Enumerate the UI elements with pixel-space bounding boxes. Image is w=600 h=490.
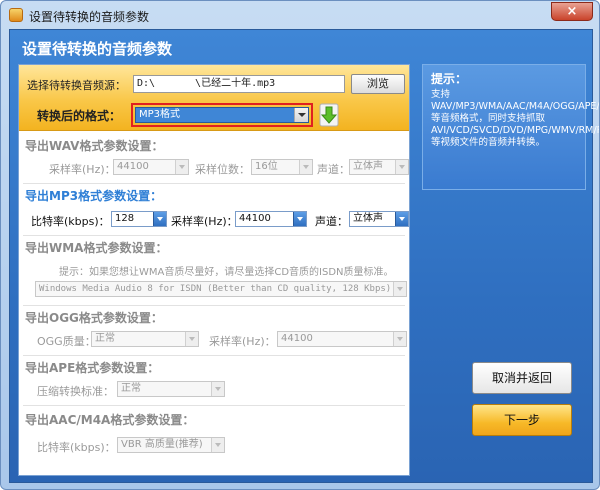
divider xyxy=(23,405,405,406)
ogg-sample-rate-label: 采样率(Hz)： xyxy=(209,335,276,348)
wav-bits-value: 16位 xyxy=(255,161,278,172)
ogg-quality-select[interactable]: 正常 xyxy=(91,331,199,347)
format-select[interactable]: MP3格式 xyxy=(135,107,309,123)
chevron-down-icon[interactable] xyxy=(294,108,308,122)
aac-bitrate-label: 比特率(kbps)： xyxy=(37,441,116,454)
chevron-down-icon xyxy=(175,160,188,174)
mp3-sample-rate-select[interactable]: 44100 xyxy=(235,211,307,227)
wav-bits-label: 采样位数： xyxy=(195,163,250,176)
source-format-section: 选择待转换音频源： D:\ \已经二十年.mp3 浏览 转换后的格式： MP3格… xyxy=(19,65,409,131)
format-select-value: MP3格式 xyxy=(139,109,181,120)
wma-profile-value: Windows Media Audio 8 for ISDN (Better t… xyxy=(39,284,392,294)
dialog-window: 设置待转换的音频参数 × 设置待转换的音频参数 选择待转换音频源： D:\ \已… xyxy=(0,0,600,490)
chevron-down-icon xyxy=(395,212,408,226)
app-icon xyxy=(9,8,23,22)
tips-panel: 提示： 支持WAV/MP3/WMA/AAC/M4A/OGG/APE/AC3/RM… xyxy=(422,64,600,190)
ogg-quality-value: 正常 xyxy=(95,333,115,344)
ape-compression-select[interactable]: 正常 xyxy=(117,381,225,397)
source-label: 选择待转换音频源： xyxy=(27,79,126,92)
wav-sample-rate-select[interactable]: 44100 xyxy=(113,159,189,175)
ogg-section-title: 导出OGG格式参数设置： xyxy=(25,311,163,325)
down-arrow-icon xyxy=(319,103,339,127)
wma-hint: 提示：如果您想让WMA音质尽量好，请尽量选择CD音质的ISDN质量标准。 xyxy=(59,267,394,278)
ape-section-title: 导出APE格式参数设置： xyxy=(25,361,160,375)
aac-bitrate-select[interactable]: VBR 高质量(推荐) xyxy=(117,437,225,453)
mp3-bitrate-value: 128 xyxy=(115,213,135,224)
source-path-field[interactable]: D:\ \已经二十年.mp3 xyxy=(133,75,345,93)
divider xyxy=(23,355,405,356)
ogg-sample-rate-value: 44100 xyxy=(281,333,313,344)
divider xyxy=(23,183,405,184)
settings-panel: 选择待转换音频源： D:\ \已经二十年.mp3 浏览 转换后的格式： MP3格… xyxy=(18,64,410,476)
wav-sample-rate-label: 采样率(Hz)： xyxy=(49,163,116,176)
wav-sample-rate-value: 44100 xyxy=(117,161,149,172)
ogg-sample-rate-select[interactable]: 44100 xyxy=(277,331,407,347)
wav-channel-value: 立体声 xyxy=(353,161,383,172)
chevron-down-icon xyxy=(293,212,306,226)
mp3-channel-label: 声道： xyxy=(315,215,348,228)
wma-section-title: 导出WMA格式参数设置： xyxy=(25,241,168,255)
chevron-down-icon xyxy=(211,438,224,452)
chevron-down-icon xyxy=(211,382,224,396)
close-button[interactable]: × xyxy=(551,2,593,21)
chevron-down-icon xyxy=(299,160,312,174)
ogg-quality-label: OGG质量： xyxy=(37,335,96,348)
mp3-section-title: 导出MP3格式参数设置： xyxy=(25,189,163,203)
wav-channel-select[interactable]: 立体声 xyxy=(349,159,409,175)
ape-compression-value: 正常 xyxy=(121,383,141,394)
wma-profile-select[interactable]: Windows Media Audio 8 for ISDN (Better t… xyxy=(35,281,407,297)
tips-text: 支持WAV/MP3/WMA/AAC/M4A/OGG/APE/AC3/RMA等音频… xyxy=(431,89,600,148)
window-title: 设置待转换的音频参数 xyxy=(29,10,150,24)
chevron-down-icon xyxy=(153,212,166,226)
browse-button[interactable]: 浏览 xyxy=(351,74,405,94)
title-bar: 设置待转换的音频参数 × xyxy=(1,1,599,29)
divider xyxy=(23,235,405,236)
aac-section-title: 导出AAC/M4A格式参数设置： xyxy=(25,413,195,427)
next-step-button[interactable]: 下一步 xyxy=(472,404,572,436)
aac-bitrate-value: VBR 高质量(推荐) xyxy=(121,439,203,450)
mp3-bitrate-select[interactable]: 128 xyxy=(111,211,167,227)
cancel-return-button[interactable]: 取消并返回 xyxy=(472,362,572,394)
wav-channel-label: 声道： xyxy=(317,163,350,176)
chevron-down-icon xyxy=(395,160,408,174)
tips-title: 提示： xyxy=(431,72,468,86)
ape-compression-label: 压缩转换标准： xyxy=(37,385,114,398)
mp3-channel-select[interactable]: 立体声 xyxy=(349,211,409,227)
wav-bits-select[interactable]: 16位 xyxy=(251,159,313,175)
page-title: 设置待转换的音频参数 xyxy=(22,40,173,58)
mp3-sample-rate-label: 采样率(Hz)： xyxy=(171,215,238,228)
wav-section-title: 导出WAV格式参数设置： xyxy=(25,139,164,153)
mp3-channel-value: 立体声 xyxy=(353,213,383,224)
chevron-down-icon xyxy=(393,332,406,346)
mp3-bitrate-label: 比特率(kbps)： xyxy=(31,215,110,228)
mp3-sample-rate-value: 44100 xyxy=(239,213,271,224)
divider xyxy=(23,305,405,306)
chevron-down-icon xyxy=(185,332,198,346)
client-area: 设置待转换的音频参数 选择待转换音频源： D:\ \已经二十年.mp3 浏览 转… xyxy=(9,29,600,483)
chevron-down-icon xyxy=(393,282,406,296)
format-label: 转换后的格式： xyxy=(37,109,122,123)
